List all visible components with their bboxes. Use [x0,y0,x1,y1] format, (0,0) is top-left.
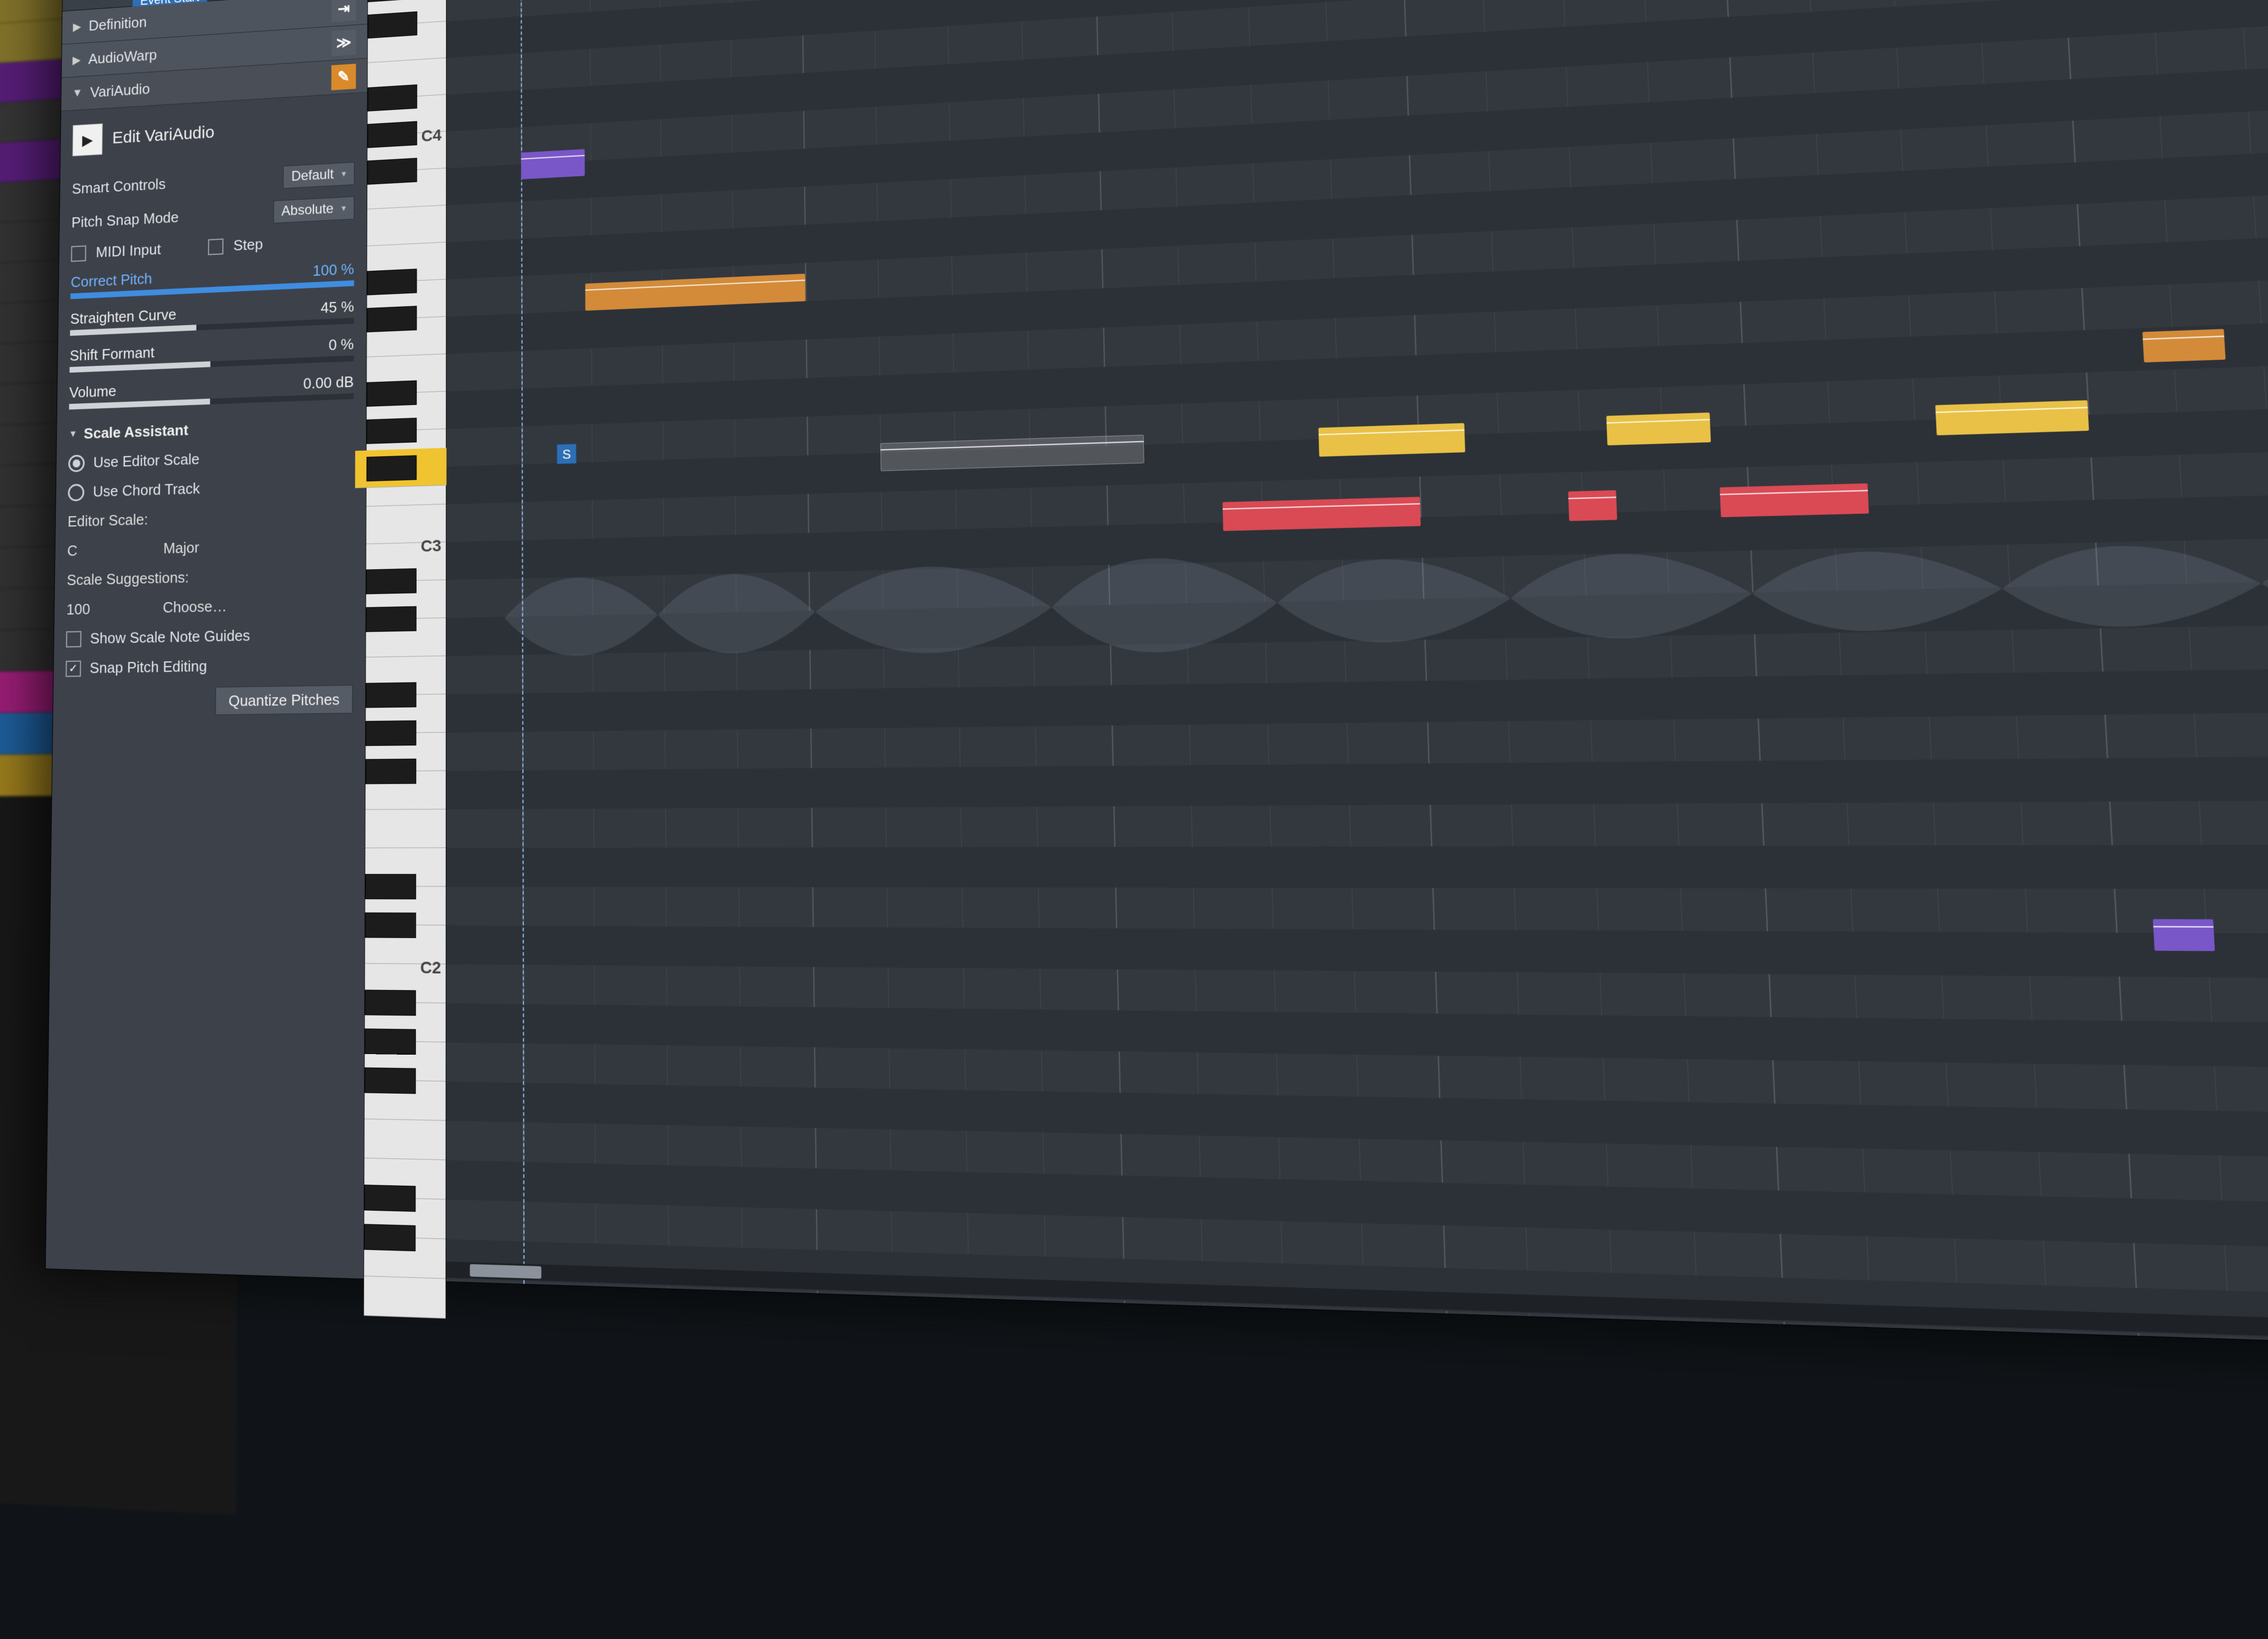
show-scale-guides-checkbox[interactable] [66,631,81,647]
play-icon: ▶ [73,123,103,156]
audiowarp-icon: ≫ [331,29,356,56]
scale-root-dropdown[interactable]: C [67,540,160,560]
piano-keyboard[interactable]: C4C3C2 [364,0,447,1282]
midi-input-label: MIDI Input [96,240,161,261]
straighten-curve-slider[interactable]: Straighten Curve45 % [70,298,354,336]
pitch-segment[interactable] [2153,919,2215,951]
scale-type-dropdown[interactable]: Major [163,534,353,558]
pitch-segment[interactable] [1318,423,1465,457]
scrollbar-thumb[interactable] [470,1264,541,1279]
snap-pitch-checkbox[interactable] [66,660,81,676]
editor-scale-label: Editor Scale: [68,504,354,531]
variaudio-icon: ✎ [331,63,356,90]
step-label: Step [233,235,263,254]
pitch-snap-dropdown[interactable]: Absolute [273,196,354,223]
show-scale-guides-label: Show Scale Note Guides [90,626,250,647]
use-editor-scale-label: Use Editor Scale [93,450,199,472]
use-chord-track-radio[interactable] [68,484,84,501]
snap-pitch-label: Snap Pitch Editing [90,657,207,677]
scale-assistant-header[interactable]: Scale Assistant [68,415,353,443]
use-editor-scale-radio[interactable] [68,454,85,472]
smart-controls-label: Smart Controls [72,175,166,198]
suggestions-choose-dropdown[interactable]: Choose… [163,595,353,617]
shift-formant-slider[interactable]: Shift Formant0 % [70,335,354,373]
correct-pitch-slider[interactable]: Correct Pitch100 % [71,260,354,299]
pitch-segment[interactable] [521,149,585,179]
pitch-segment[interactable] [1568,490,1617,522]
pitch-segment[interactable] [1606,412,1710,445]
sample-editor-window: ◉ ♪) ▸▸ ✱ # Use Quantize Q 1/8 Triplet %… [46,0,2268,1347]
inspector-panel: ▶Definition⇥ ▶AudioWarp≫ ▼VariAudio✎ ▶ E… [46,0,368,1279]
midi-input-checkbox[interactable] [71,245,86,262]
volume-slider[interactable]: Volume0.00 dB [69,373,354,409]
step-checkbox[interactable] [208,238,223,255]
suggestions-count: 100 [66,599,160,619]
pitch-grid[interactable]: S [446,0,2268,1347]
edit-variaudio-label: Edit VariAudio [112,123,215,148]
snap-marker[interactable]: S [556,443,576,464]
pitch-segment[interactable] [1222,497,1421,531]
pitch-segment[interactable] [2142,329,2225,362]
use-chord-track-label: Use Chord Track [93,479,200,501]
definition-icon: ⇥ [332,0,356,22]
smart-controls-dropdown[interactable]: Default [283,162,354,188]
quantize-pitches-button[interactable]: Quantize Pitches [215,685,353,715]
pitch-snap-label: Pitch Snap Mode [71,208,179,231]
edit-variaudio-tool[interactable]: ▶ Edit VariAudio [72,104,354,167]
pitch-segment[interactable] [1936,400,2089,436]
scale-suggestions-label: Scale Suggestions: [66,564,353,589]
pitch-segment[interactable] [1720,483,1869,517]
